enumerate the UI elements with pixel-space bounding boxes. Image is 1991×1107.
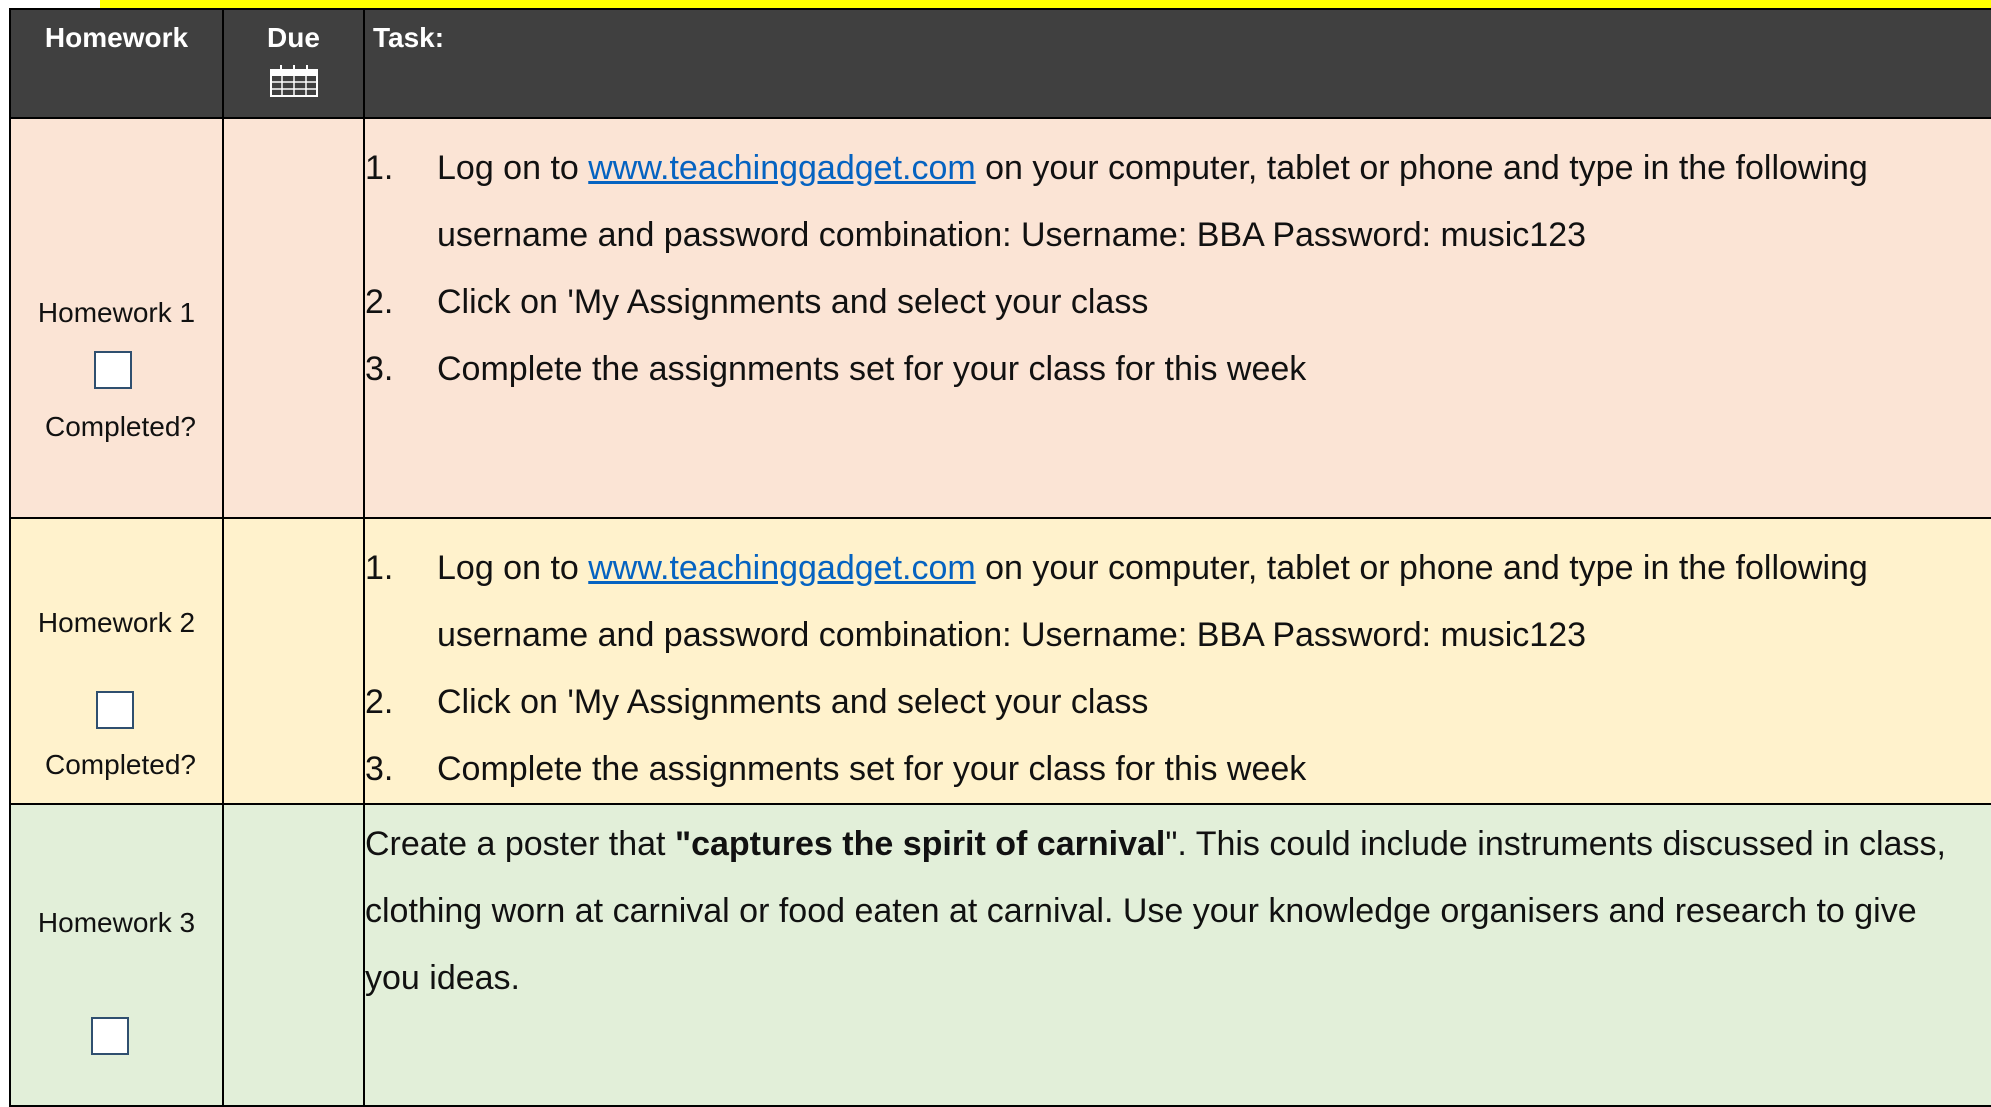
list-item: 2. Click on 'My Assignments and select yo…: [365, 269, 1991, 336]
homework-1-task-cell: 1. Log on to www.teachinggadget.com on yo…: [363, 117, 1991, 519]
homework-2-steps: 1. Log on to www.teachinggadget.com on yo…: [365, 535, 1991, 803]
homework-2-task-cell: 1. Log on to www.teachinggadget.com on yo…: [363, 517, 1991, 805]
homework-2-cell: Homework 2 Completed?: [9, 517, 224, 805]
step-number: 2.: [365, 283, 394, 321]
homework-row-2: Homework 2 Completed? 1. Log on to www.te…: [9, 517, 1991, 805]
homework-3-checkbox[interactable]: [91, 1017, 129, 1055]
homework-1-steps: 1. Log on to www.teachinggadget.com on yo…: [365, 135, 1991, 403]
homework-3-cell: Homework 3: [9, 803, 224, 1107]
homework-1-due-cell: [222, 117, 365, 519]
teachinggadget-link[interactable]: www.teachinggadget.com: [588, 149, 975, 187]
header-task: Task:: [363, 8, 1991, 119]
homework-2-label: Homework 2: [37, 607, 196, 638]
task-text: Create a poster that: [365, 825, 675, 863]
homework-row-1: Homework 1 Completed? 1. Log on to www.te…: [9, 117, 1991, 519]
homework-table: Homework Due Task: Homework 1 Completed?: [9, 8, 1991, 1107]
homework-2-due-cell: [222, 517, 365, 805]
table-header-row: Homework Due Task:: [9, 8, 1991, 119]
step-text: Complete the assignments set for your cl…: [437, 750, 1307, 788]
step-text: Click on 'My Assignments and select your…: [437, 683, 1149, 721]
list-item: 1. Log on to www.teachinggadget.com on yo…: [365, 135, 1991, 269]
list-item: 3. Complete the assignments set for your …: [365, 336, 1991, 403]
homework-1-label: Homework 1: [37, 297, 196, 328]
teachinggadget-link[interactable]: www.teachinggadget.com: [588, 549, 975, 587]
homework-3-label: Homework 3: [37, 907, 196, 938]
homework-1-completed-label: Completed?: [45, 411, 196, 442]
calendar-icon: [269, 65, 318, 97]
header-due: Due: [222, 8, 365, 119]
homework-3-due-cell: [222, 803, 365, 1107]
list-item: 3. Complete the assignments set for your …: [365, 736, 1991, 803]
header-homework: Homework: [9, 8, 224, 119]
list-item: 1. Log on to www.teachinggadget.com on yo…: [365, 535, 1991, 669]
step-text: Complete the assignments set for your cl…: [437, 350, 1307, 388]
step-text: Click on 'My Assignments and select your…: [437, 283, 1149, 321]
task-emphasis: "captures the spirit of carnival: [674, 825, 1166, 863]
step-number: 1.: [365, 549, 394, 587]
homework-3-task-text: Create a poster that "captures the spiri…: [365, 811, 1991, 1012]
step-number: 2.: [365, 683, 394, 721]
homework-2-completed-label: Completed?: [45, 749, 196, 780]
step-number: 3.: [365, 350, 394, 388]
homework-1-checkbox[interactable]: [94, 351, 132, 389]
step-number: 3.: [365, 750, 394, 788]
step-number: 1.: [365, 149, 394, 187]
list-item: 2. Click on 'My Assignments and select yo…: [365, 669, 1991, 736]
homework-1-cell: Homework 1 Completed?: [9, 117, 224, 519]
step-text: Log on to: [437, 149, 589, 187]
step-text: Log on to: [437, 549, 589, 587]
homework-2-checkbox[interactable]: [96, 691, 134, 729]
header-due-label: Due: [267, 22, 320, 53]
homework-3-task-cell: Create a poster that "captures the spiri…: [363, 803, 1991, 1107]
homework-row-3: Homework 3 Create a poster that "capture…: [9, 803, 1991, 1107]
